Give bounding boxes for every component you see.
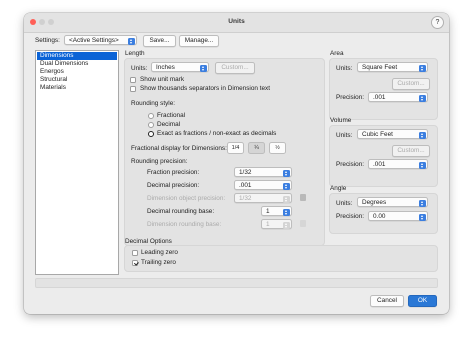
decimal-rounding-base-value: 1 xyxy=(266,208,270,215)
show-thousands-checkbox[interactable] xyxy=(130,86,136,92)
volume-precision-value: .001 xyxy=(373,161,386,168)
rounding-exact-radio[interactable] xyxy=(148,131,154,137)
length-units-select[interactable]: Inches ▴ ▾ xyxy=(151,62,209,72)
show-thousands-label: Show thousands separators in Dimension t… xyxy=(140,85,271,92)
category-item-dimensions[interactable]: Dimensions xyxy=(37,52,117,60)
fraction-precision-label: Fraction precision: xyxy=(147,169,200,176)
length-custom-button[interactable]: Custom... xyxy=(215,62,255,74)
chevron-updown-icon: ▴ ▾ xyxy=(418,64,426,72)
rounding-precision-label: Rounding precision: xyxy=(131,158,188,165)
length-units-label: Units: xyxy=(131,65,148,72)
leading-zero-checkbox[interactable] xyxy=(132,250,138,256)
dimension-rounding-base-select[interactable]: 1 ▴ ▾ xyxy=(261,219,292,229)
chevron-updown-icon: ▴ ▾ xyxy=(418,161,426,169)
dimension-object-precision-value: 1/32 xyxy=(239,195,252,202)
chevron-updown-icon: ▴ ▾ xyxy=(418,94,426,102)
chevron-updown-icon: ▴ ▾ xyxy=(282,169,290,177)
save-button[interactable]: Save... xyxy=(143,35,176,47)
fraction-precision-select[interactable]: 1/32 ▴ ▾ xyxy=(234,167,292,177)
rounding-fractional-label: Fractional xyxy=(157,112,186,119)
area-section-label: Area xyxy=(330,50,344,57)
dimension-object-precision-select[interactable]: 1/32 ▴ ▾ xyxy=(234,193,292,203)
length-section-label: Length xyxy=(125,50,145,57)
area-precision-select[interactable]: .001 ▴ ▾ xyxy=(368,92,428,102)
fractional-display-label: Fractional display for Dimensions: xyxy=(131,145,227,152)
trash-icon[interactable] xyxy=(300,194,306,201)
rounding-exact-label: Exact as fractions / non-exact as decima… xyxy=(157,130,277,137)
trailing-zero-label: Trailing zero xyxy=(141,259,176,266)
angle-precision-label: Precision: xyxy=(336,213,365,220)
units-dialog: Units ? Settings: <Active Settings> ▴ ▾ S… xyxy=(24,13,449,314)
dimension-object-precision-label: Dimension object precision: xyxy=(147,195,226,202)
angle-units-value: Degrees xyxy=(362,199,387,206)
rounding-style-label: Rounding style: xyxy=(131,100,176,107)
chevron-updown-icon: ▴ ▾ xyxy=(282,208,290,216)
fraction-style-stacked-button[interactable]: ½ xyxy=(269,142,286,154)
ok-button[interactable]: OK xyxy=(408,295,437,307)
trash-icon[interactable] xyxy=(300,220,306,227)
decimal-rounding-base-label: Decimal rounding base: xyxy=(147,208,215,215)
volume-units-value: Cubic Feet xyxy=(362,131,393,138)
volume-custom-button[interactable]: Custom... xyxy=(392,145,430,157)
show-unit-mark-checkbox[interactable] xyxy=(130,77,136,83)
settings-value: <Active Settings> xyxy=(69,37,119,44)
show-unit-mark-label: Show unit mark xyxy=(140,76,185,83)
decimal-options-section-label: Decimal Options xyxy=(125,238,172,245)
fraction-precision-value: 1/32 xyxy=(239,169,252,176)
volume-units-label: Units: xyxy=(336,132,353,139)
volume-precision-select[interactable]: .001 ▴ ▾ xyxy=(368,159,428,169)
decimal-precision-value: .001 xyxy=(239,182,252,189)
dimension-rounding-base-label: Dimension rounding base: xyxy=(147,221,222,228)
fraction-style-diagonal-button[interactable]: ¼ xyxy=(248,142,265,154)
category-list[interactable]: Dimensions Dual Dimensions Energos Struc… xyxy=(35,50,119,275)
settings-label: Settings: xyxy=(35,37,60,44)
chevron-updown-icon: ▴ ▾ xyxy=(282,182,290,190)
angle-section-label: Angle xyxy=(330,185,347,192)
category-item-energos[interactable]: Energos xyxy=(37,68,117,76)
dimension-rounding-base-value: 1 xyxy=(266,221,270,228)
chevron-updown-icon: ▴ ▾ xyxy=(418,131,426,139)
help-button[interactable]: ? xyxy=(431,16,444,29)
area-units-value: Square Feet xyxy=(362,64,398,71)
leading-zero-label: Leading zero xyxy=(141,249,178,256)
volume-units-select[interactable]: Cubic Feet ▴ ▾ xyxy=(357,129,428,139)
angle-precision-select[interactable]: 0.00 ▴ ▾ xyxy=(368,211,428,221)
decimal-rounding-base-select[interactable]: 1 ▴ ▾ xyxy=(261,206,292,216)
volume-section-label: Volume xyxy=(330,117,352,124)
rounding-decimal-label: Decimal xyxy=(157,121,181,128)
settings-select[interactable]: <Active Settings> ▴ ▾ xyxy=(64,35,137,45)
cancel-button[interactable]: Cancel xyxy=(370,295,404,307)
length-units-value: Inches xyxy=(156,64,175,71)
area-units-label: Units: xyxy=(336,65,353,72)
rounding-decimal-radio[interactable] xyxy=(148,122,154,128)
volume-precision-label: Precision: xyxy=(336,161,365,168)
rounding-fractional-radio[interactable] xyxy=(148,113,154,119)
chevron-updown-icon: ▴ ▾ xyxy=(282,195,290,203)
area-units-select[interactable]: Square Feet ▴ ▾ xyxy=(357,62,428,72)
chevron-updown-icon: ▴ ▾ xyxy=(282,221,290,229)
fraction-style-inline-button[interactable]: 1/4 xyxy=(227,142,244,154)
chevron-updown-icon: ▴ ▾ xyxy=(418,199,426,207)
category-item-materials[interactable]: Materials xyxy=(37,84,117,92)
chevron-updown-icon: ▴ ▾ xyxy=(418,213,426,221)
angle-precision-value: 0.00 xyxy=(373,213,386,220)
status-bar xyxy=(35,278,438,288)
trailing-zero-checkbox[interactable] xyxy=(132,260,138,266)
angle-units-select[interactable]: Degrees ▴ ▾ xyxy=(357,197,428,207)
chevron-updown-icon: ▴ ▾ xyxy=(127,37,135,45)
category-item-dual-dimensions[interactable]: Dual Dimensions xyxy=(37,60,117,68)
manage-button[interactable]: Manage... xyxy=(179,35,219,47)
chevron-updown-icon: ▴ ▾ xyxy=(199,64,207,72)
category-item-structural[interactable]: Structural xyxy=(37,76,117,84)
area-custom-button[interactable]: Custom... xyxy=(392,78,430,90)
window-title: Units xyxy=(228,18,245,25)
area-precision-label: Precision: xyxy=(336,94,365,101)
decimal-precision-select[interactable]: .001 ▴ ▾ xyxy=(234,180,292,190)
area-precision-value: .001 xyxy=(373,94,386,101)
decimal-precision-label: Decimal precision: xyxy=(147,182,200,189)
angle-units-label: Units: xyxy=(336,200,353,207)
title-bar: Units ? xyxy=(24,13,449,33)
